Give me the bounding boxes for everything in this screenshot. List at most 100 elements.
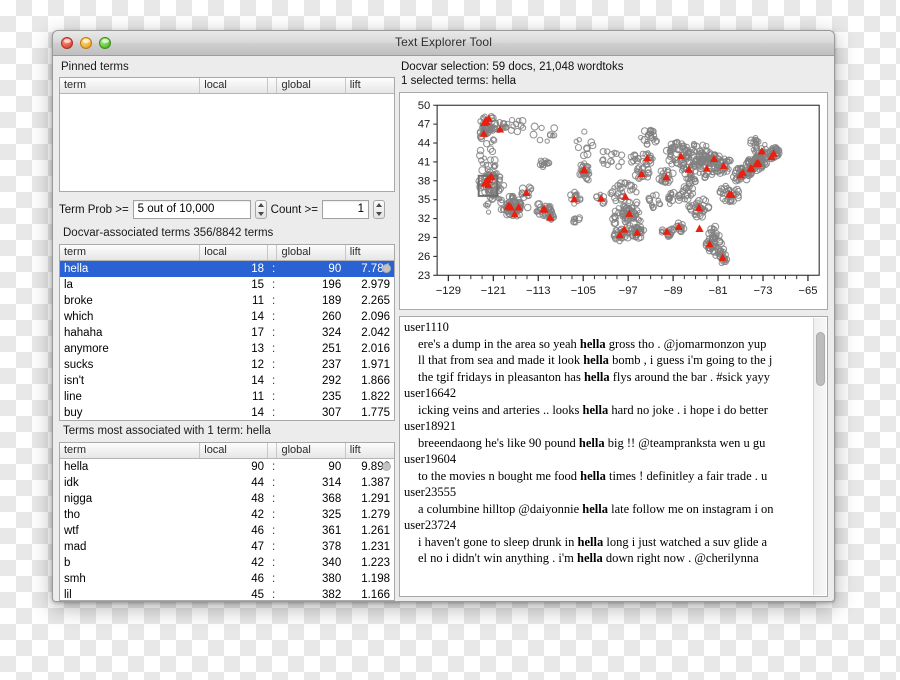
concordance-line[interactable]: a columbine hilltop @daiyonnie hella lat… [404,501,813,518]
column-header-lift[interactable]: lift [345,245,394,261]
count-label: Count >= [270,203,318,216]
table-row[interactable]: b 42: 340 1.223 [60,555,394,571]
table-row[interactable]: anymore 13: 251 2.016 [60,341,394,357]
concordance-user-id[interactable]: user1110 [404,319,813,336]
line-right-context: gross tho . @jomarmonzon yup [605,336,767,351]
concordance-line[interactable]: i haven't gone to sleep drunk in hella l… [404,534,813,551]
docvar-scroll-indicator[interactable] [382,264,391,273]
count-stepper[interactable] [373,200,385,219]
y-tick-label: 26 [418,251,430,263]
line-left-context: ll that from sea and made it look [418,353,584,367]
cell-lift: 1.866 [361,374,390,387]
assoc-scroll-indicator[interactable] [382,462,391,471]
column-header-local[interactable]: local [199,245,269,261]
table-row[interactable]: buy 14: 307 1.775 [60,405,394,421]
concordance-line[interactable]: ll that from sea and made it look hella … [404,352,813,369]
cell-sep: : [271,374,276,387]
column-header-term[interactable]: term [60,78,201,94]
line-left-context: i haven't gone to sleep drunk in [418,534,578,549]
window-titlebar[interactable]: Text Explorer Tool [53,31,834,56]
table-header-row: term local global lift [60,443,394,459]
line-left-context: el no i didn't win anything . i'm [418,551,578,565]
table-row[interactable]: hahaha 17: 324 2.042 [60,325,394,341]
term-prob-input[interactable]: 5 out of 10,000 [132,200,251,219]
table-row[interactable]: wtf 46: 361 1.261 [60,523,394,539]
table-row[interactable]: smh 46: 380 1.198 [60,571,394,587]
cell-term: hella [64,460,89,473]
cell-global: 361 [322,524,342,537]
column-header-sep [267,443,278,459]
assoc-terms-body: hella 90:90 9.898 idk 44:314 1.387 nigga 48:368… [60,458,394,601]
concordance-line[interactable]: ere's a dump in the area so yeah hella g… [404,336,813,353]
line-left-context: to the movies n bought me food [418,468,581,483]
cell-local: 90 [251,460,264,473]
cell-lift: 2.979 [361,278,390,291]
concordance-user-id[interactable]: user23555 [404,484,813,501]
table-row[interactable]: broke 11: 189 2.265 [60,293,394,309]
concordance-user-id[interactable]: user19604 [404,451,813,468]
concordance-line[interactable]: the tgif fridays in pleasanton has hella… [404,369,813,386]
cell-local: 46 [251,572,264,585]
y-tick-label: 35 [418,194,430,206]
column-header-global[interactable]: global [276,443,346,459]
cell-sep: : [271,572,276,585]
table-row[interactable]: lil 45: 382 1.166 [60,587,394,601]
cell-lift: 1.775 [361,406,390,419]
count-input[interactable]: 1 [322,200,369,219]
concordance-scrollbar[interactable] [813,318,826,595]
column-header-local[interactable]: local [199,78,269,94]
table-row[interactable]: idk 44: 314 1.387 [60,475,394,491]
cell-lift: 1.261 [361,524,390,537]
line-left-context: ere's a dump in the area so yeah [418,336,580,351]
table-row[interactable]: hella 18:90 7.784 [60,260,394,277]
table-row[interactable]: isn't 14: 292 1.866 [60,373,394,389]
table-row[interactable]: which 14: 260 2.096 [60,309,394,325]
concordance-line[interactable]: to the movies n bought me food hella tim… [404,468,813,485]
concordance-user-id[interactable]: user18921 [404,418,813,435]
line-right-context: long i just watched a suv glide a [603,534,768,549]
cell-local: 13 [251,342,264,355]
table-row[interactable]: tho 42: 325 1.279 [60,507,394,523]
column-header-local[interactable]: local [199,443,269,459]
line-left-context: a columbine hilltop @daiyonnie [418,501,583,516]
cell-global: 325 [322,508,342,521]
cell-sep: : [271,406,276,419]
column-header-global[interactable]: global [276,245,346,261]
docvar-terms-label: Docvar-associated terms 356/8842 terms [63,227,274,239]
x-tick-label: −89 [664,285,683,297]
column-header-lift[interactable]: lift [345,443,394,459]
concordance-panel[interactable]: user1110 ere's a dump in the area so yeah… [399,316,828,597]
table-row[interactable]: sucks 12: 237 1.971 [60,357,394,373]
line-left-context: the tgif fridays in pleasanton has [418,369,584,384]
scrollbar-thumb[interactable] [816,332,825,386]
docvar-terms-table[interactable]: term local global lift hella 18:90 7.784 la… [59,244,395,421]
table-row[interactable]: nigga 48: 368 1.291 [60,491,394,507]
term-prob-stepper[interactable] [254,200,267,219]
table-row[interactable]: hella 90:90 9.898 [60,458,394,475]
column-header-term[interactable]: term [60,443,201,459]
left-pane: Pinned terms term local global lift Term… [59,60,395,601]
geo-scatter-plot[interactable]: 23 26 29 32 35 38 41 44 47 50 −129 −121 −113 −105 −97 −… [399,92,828,310]
cell-lift: 2.265 [361,294,390,307]
concordance-line[interactable]: breeendaong he's like 90 pound hella big… [404,435,813,452]
cell-global: 90 [328,460,342,473]
cell-global: 90 [276,260,346,277]
y-tick-label: 50 [418,100,430,112]
table-row[interactable]: la 15: 196 2.979 [60,277,394,293]
column-header-global[interactable]: global [276,78,346,94]
concordance-line[interactable]: icking veins and arteries .. looks hella… [404,402,813,419]
column-header-term[interactable]: term [60,245,201,261]
line-keyword: hella [577,551,603,565]
concordance-user-id[interactable]: user16642 [404,385,813,402]
x-tick-label: −105 [571,285,596,297]
cell-term: b [64,556,71,569]
concordance-line[interactable]: el no i didn't win anything . i'm hella … [404,550,813,567]
assoc-terms-table[interactable]: term local global lift hella 90:90 9.898 id… [59,442,395,601]
concordance-user-id[interactable]: user23724 [404,517,813,534]
column-header-lift[interactable]: lift [345,78,394,94]
pinned-terms-table[interactable]: term local global lift [59,77,395,192]
scatter-svg[interactable]: 23 26 29 32 35 38 41 44 47 50 −129 −121 −113 −105 −97 −… [400,93,827,309]
table-row[interactable]: mad 47: 378 1.231 [60,539,394,555]
table-row[interactable]: line 11: 235 1.822 [60,389,394,405]
cell-lift: 1.198 [361,572,390,585]
